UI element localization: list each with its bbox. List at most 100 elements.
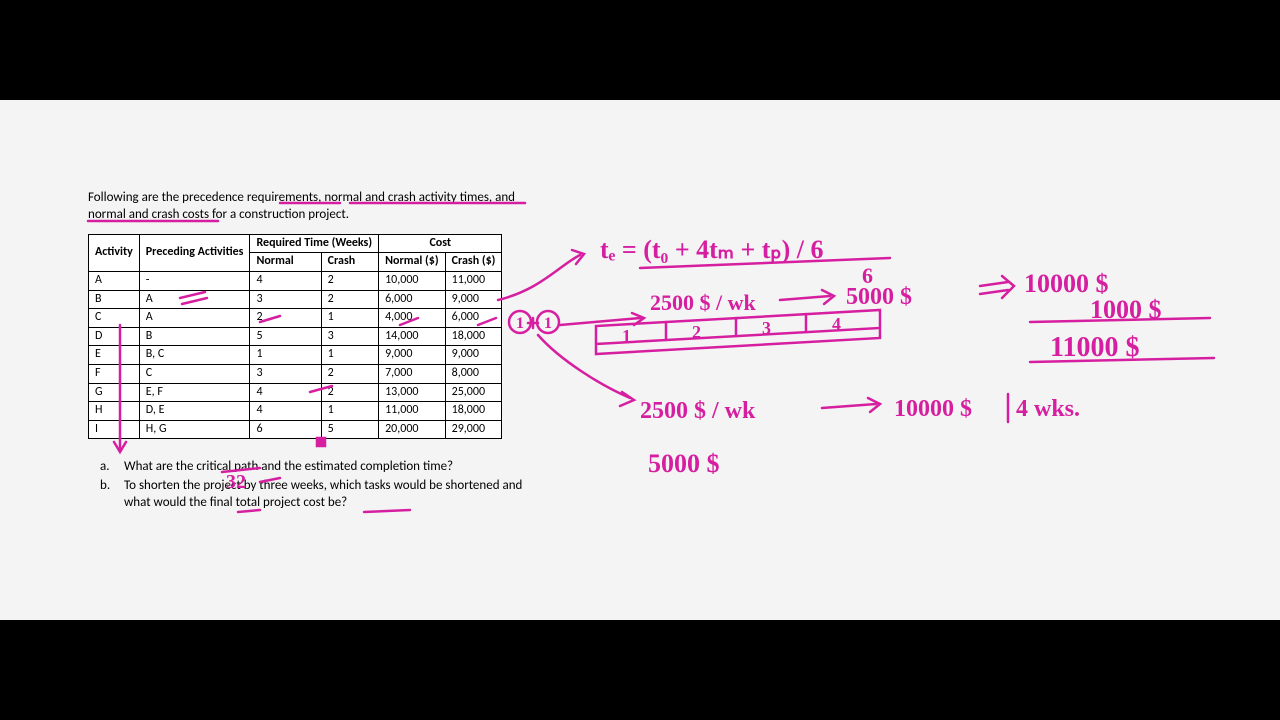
cell-act: F: [89, 364, 140, 383]
table-row: HD, E4111,00018,000: [89, 402, 502, 421]
cell-pre: B, C: [139, 346, 250, 365]
table-row: CA214,0006,000: [89, 309, 502, 328]
cell-pre: C: [139, 364, 250, 383]
activity-table: Activity Preceding Activities Required T…: [88, 234, 502, 440]
cell-act: D: [89, 327, 140, 346]
cell-nt: 2: [250, 309, 321, 328]
cell-cc: 25,000: [445, 383, 502, 402]
col-crash-cost: Crash ($): [445, 253, 502, 272]
cell-ct: 1: [321, 402, 378, 421]
cell-ct: 2: [321, 364, 378, 383]
cell-pre: -: [139, 271, 250, 290]
cell-ct: 1: [321, 346, 378, 365]
questions: a. What are the critical path and the es…: [88, 459, 588, 512]
cell-nt: 1: [250, 346, 321, 365]
col-crash-time: Crash: [321, 253, 378, 272]
cell-ct: 1: [321, 309, 378, 328]
annot-10000: 10000 $: [1024, 269, 1109, 298]
table-row: GE, F4213,00025,000: [89, 383, 502, 402]
cell-act: B: [89, 290, 140, 309]
qa-text: What are the critical path and the estim…: [124, 459, 588, 476]
annot-4wks: 4 wks.: [1016, 396, 1080, 422]
cell-pre: A: [139, 290, 250, 309]
col-required: Required Time (Weeks): [250, 234, 379, 253]
cell-cc: 18,000: [445, 402, 502, 421]
cell-pre: H, G: [139, 420, 250, 439]
cell-pre: D, E: [139, 402, 250, 421]
svg-text:6: 6: [862, 263, 873, 288]
col-normal-time: Normal: [250, 253, 321, 272]
col-activity: Activity: [89, 234, 140, 271]
cell-nc: 11,000: [379, 402, 446, 421]
intro-text: Following are the precedence requirement…: [88, 190, 588, 224]
annot-5000: 5000 $: [648, 449, 720, 478]
cell-nt: 3: [250, 290, 321, 309]
table-row: FC327,0008,000: [89, 364, 502, 383]
cell-nc: 14,000: [379, 327, 446, 346]
qb-label: b.: [100, 478, 124, 512]
intro-line1: Following are the precedence requirement…: [88, 190, 515, 205]
problem-content: Following are the precedence requirement…: [88, 190, 588, 514]
table-row: BA326,0009,000: [89, 290, 502, 309]
cell-nc: 20,000: [379, 420, 446, 439]
cell-nc: 4,000: [379, 309, 446, 328]
cell-ct: 2: [321, 383, 378, 402]
cell-cc: 18,000: [445, 327, 502, 346]
col-normal-cost: Normal ($): [379, 253, 446, 272]
cell-pre: E, F: [139, 383, 250, 402]
cell-cc: 9,000: [445, 290, 502, 309]
cell-ct: 5: [321, 420, 378, 439]
col-preceding: Preceding Activities: [139, 234, 250, 271]
col-cost: Cost: [379, 234, 502, 253]
annot-to5000: 5000 $: [846, 284, 912, 310]
cell-nt: 4: [250, 402, 321, 421]
annot-rate2: 2500 $ / wk: [640, 398, 756, 424]
cell-nt: 5: [250, 327, 321, 346]
question-a: a. What are the critical path and the es…: [88, 459, 588, 476]
cell-nc: 7,000: [379, 364, 446, 383]
slide-whiteboard: Following are the precedence requirement…: [0, 100, 1280, 620]
box1: 1: [622, 326, 631, 346]
cell-cc: 11,000: [445, 271, 502, 290]
cell-nt: 4: [250, 271, 321, 290]
annot-1000: 1000 $: [1090, 295, 1162, 324]
cell-cc: 29,000: [445, 420, 502, 439]
cell-ct: 2: [321, 290, 378, 309]
cell-act: E: [89, 346, 140, 365]
annot-10000b: 10000 $: [894, 396, 972, 422]
box3: 3: [762, 318, 771, 338]
annot-rate1: 2500 $ / wk: [650, 290, 757, 315]
cell-nt: 3: [250, 364, 321, 383]
cell-ct: 3: [321, 327, 378, 346]
cell-act: G: [89, 383, 140, 402]
cell-act: I: [89, 420, 140, 439]
cell-nt: 4: [250, 383, 321, 402]
cell-nc: 10,000: [379, 271, 446, 290]
intro-line2: normal and crash costs for a constructio…: [88, 207, 349, 222]
box2: 2: [692, 322, 701, 342]
cell-nc: 6,000: [379, 290, 446, 309]
cell-cc: 8,000: [445, 364, 502, 383]
cell-nc: 13,000: [379, 383, 446, 402]
cell-ct: 2: [321, 271, 378, 290]
cell-act: H: [89, 402, 140, 421]
cell-act: A: [89, 271, 140, 290]
cell-pre: A: [139, 309, 250, 328]
cell-pre: B: [139, 327, 250, 346]
header-row-1: Activity Preceding Activities Required T…: [89, 234, 502, 253]
table-row: A-4210,00011,000: [89, 271, 502, 290]
cell-act: C: [89, 309, 140, 328]
qb-text: To shorten the project by three weeks, w…: [124, 478, 588, 512]
annot-formula: tₑ = (t₀ + 4tₘ + tₚ) / 6: [600, 235, 823, 264]
table-row: DB5314,00018,000: [89, 327, 502, 346]
cell-cc: 6,000: [445, 309, 502, 328]
qa-label: a.: [100, 459, 124, 476]
annot-11000: 11000 $: [1050, 332, 1139, 363]
question-b: b. To shorten the project by three weeks…: [88, 478, 588, 512]
table-row: IH, G6520,00029,000: [89, 420, 502, 439]
cell-nt: 6: [250, 420, 321, 439]
cell-cc: 9,000: [445, 346, 502, 365]
table-row: EB, C119,0009,000: [89, 346, 502, 365]
box4: 4: [832, 314, 841, 334]
cell-nc: 9,000: [379, 346, 446, 365]
